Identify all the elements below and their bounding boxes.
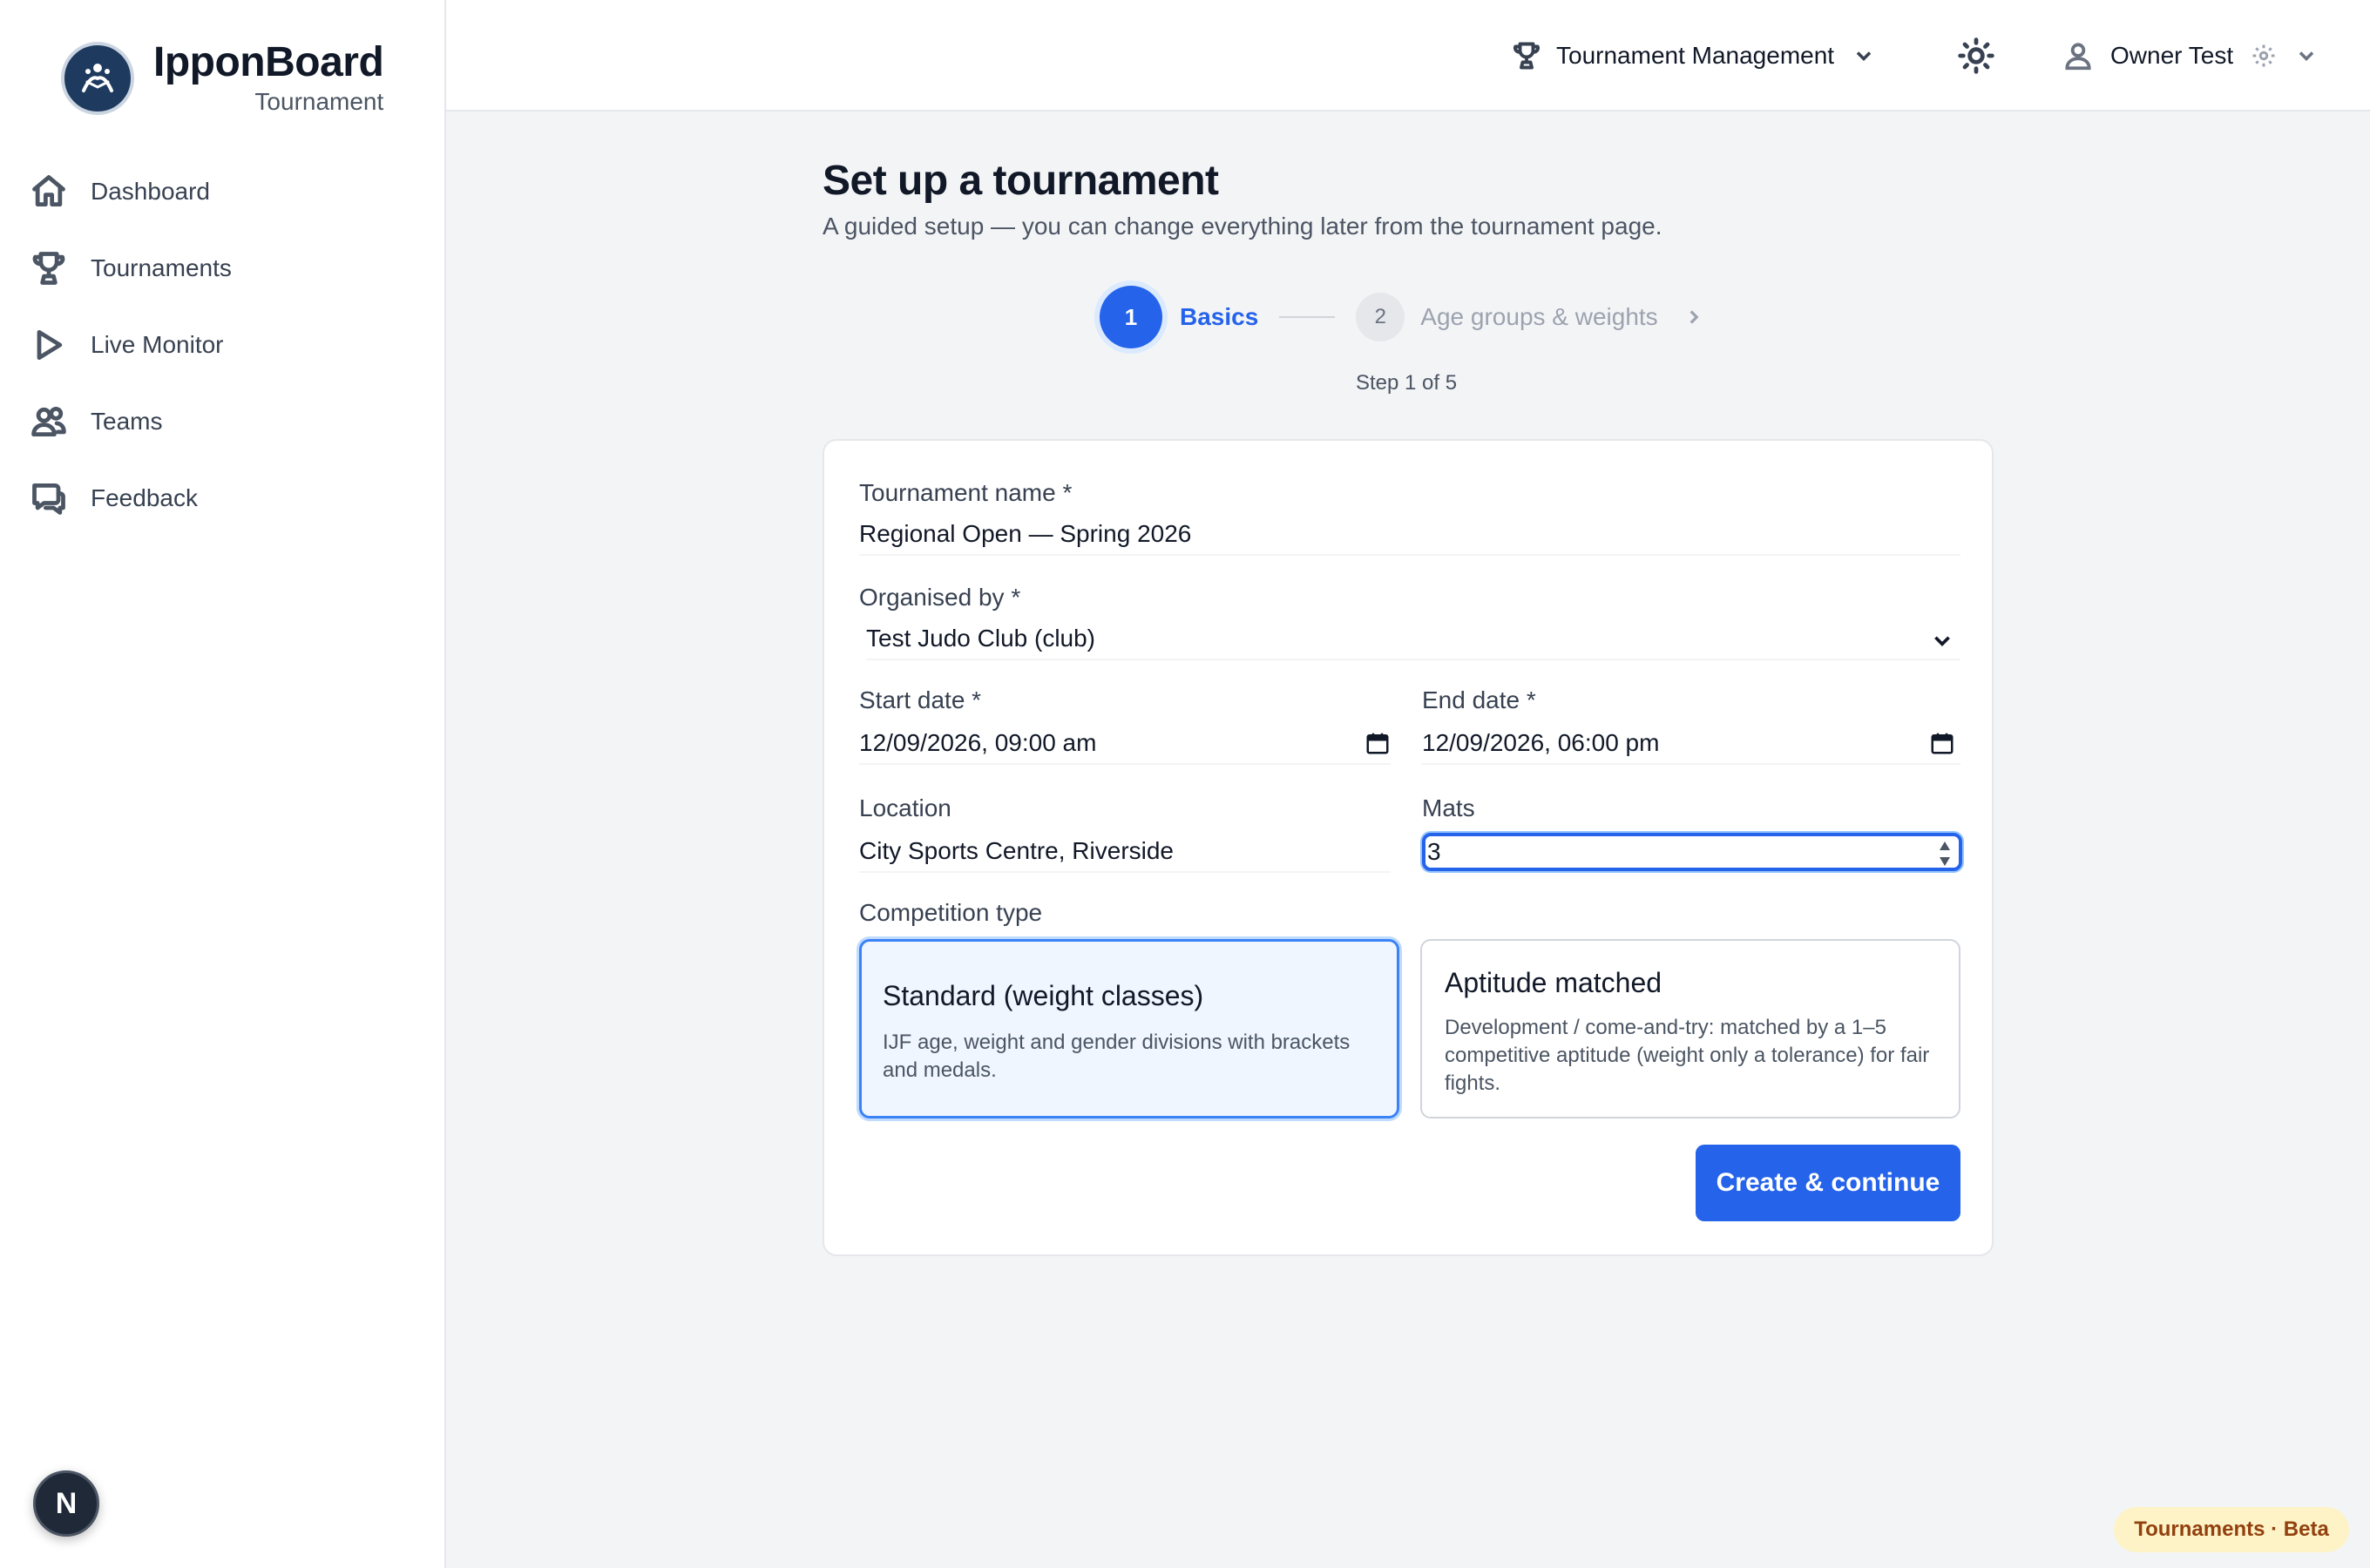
step-1-label[interactable]: Basics bbox=[1180, 303, 1258, 331]
step-2-indicator[interactable]: 2 bbox=[1356, 293, 1405, 341]
stepper-up-icon[interactable] bbox=[1938, 840, 1952, 852]
page-subtitle: A guided setup — you can change everythi… bbox=[823, 213, 1662, 240]
sidebar-item-feedback[interactable]: Feedback bbox=[30, 472, 413, 524]
dev-tools-badge[interactable]: N bbox=[33, 1470, 99, 1537]
calendar-icon[interactable] bbox=[1929, 730, 1955, 756]
tournament-name-label: Tournament name * bbox=[859, 479, 1073, 506]
location-input[interactable]: City Sports Centre, Riverside bbox=[859, 831, 1391, 873]
sidebar-item-label: Teams bbox=[91, 408, 163, 435]
sun-icon bbox=[1958, 37, 1994, 74]
stepper-down-icon[interactable] bbox=[1938, 855, 1952, 868]
competition-type-label: Competition type bbox=[859, 899, 1043, 926]
trophy-icon bbox=[1513, 42, 1540, 70]
start-date-label: Start date * bbox=[859, 686, 982, 713]
sidebar-item-label: Dashboard bbox=[91, 178, 210, 205]
sidebar-nav: Dashboard Tournaments Live Monitor Teams… bbox=[30, 166, 413, 549]
end-date-input[interactable]: 12/09/2026, 06:00 pm bbox=[1422, 723, 1960, 765]
chevron-down-icon bbox=[1856, 51, 1872, 61]
setup-stepper: 1 Basics 2 Age groups & weights bbox=[1100, 284, 1705, 350]
mats-stepper[interactable] bbox=[1938, 840, 1952, 868]
users-icon bbox=[30, 402, 68, 441]
tournament-name-input[interactable]: Regional Open — Spring 2026 bbox=[859, 514, 1960, 556]
option-description: Development / come-and-try: matched by a… bbox=[1445, 1016, 1930, 1095]
end-date-label: End date * bbox=[1422, 686, 1536, 713]
organiser-label: Organised by * bbox=[859, 584, 1021, 611]
step-connector bbox=[1279, 316, 1336, 318]
logo-icon bbox=[61, 42, 134, 115]
user-icon bbox=[2065, 43, 2091, 71]
home-icon bbox=[30, 172, 68, 211]
brand-subtitle: Tournament bbox=[254, 88, 384, 115]
calendar-icon[interactable] bbox=[1364, 730, 1391, 756]
create-continue-button[interactable]: Create & continue bbox=[1696, 1145, 1960, 1221]
brand-name: IpponBoard bbox=[153, 39, 384, 85]
sidebar: IpponBoard Tournament Dashboard Tourname… bbox=[0, 0, 446, 1568]
gear-icon bbox=[2252, 44, 2275, 67]
user-menu[interactable]: Owner Test bbox=[2062, 35, 2319, 77]
tournament-form-card: Tournament name * Regional Open — Spring… bbox=[823, 439, 1994, 1256]
play-icon bbox=[30, 326, 68, 364]
step-1-indicator[interactable]: 1 bbox=[1100, 286, 1162, 348]
user-name: Owner Test bbox=[2110, 42, 2234, 69]
brand[interactable]: IpponBoard Tournament bbox=[61, 39, 384, 117]
sidebar-item-live-monitor[interactable]: Live Monitor bbox=[30, 319, 413, 371]
organiser-select[interactable]: Test Judo Club (club) bbox=[866, 618, 1960, 660]
mats-input[interactable]: 3 bbox=[1422, 833, 1962, 871]
sidebar-item-label: Tournaments bbox=[91, 254, 232, 281]
sidebar-item-label: Feedback bbox=[91, 484, 198, 511]
top-header: Tournament Management Owner Test bbox=[446, 0, 2370, 112]
sidebar-item-label: Live Monitor bbox=[91, 331, 224, 358]
start-date-input[interactable]: 12/09/2026, 09:00 am bbox=[859, 723, 1391, 765]
chevron-down-icon bbox=[1934, 636, 1950, 646]
chat-icon bbox=[30, 479, 68, 517]
organiser-selected-value: Test Judo Club (club) bbox=[866, 625, 1096, 652]
tournament-management-menu[interactable]: Tournament Management bbox=[1511, 35, 1876, 77]
theme-toggle-button[interactable] bbox=[1957, 37, 1995, 75]
location-label: Location bbox=[859, 794, 951, 821]
option-title: Standard (weight classes) bbox=[883, 980, 1204, 1011]
chevron-down-icon bbox=[2299, 51, 2314, 61]
step-2-label[interactable]: Age groups & weights bbox=[1420, 303, 1657, 331]
page-title: Set up a tournament bbox=[823, 158, 1219, 204]
sidebar-item-tournaments[interactable]: Tournaments bbox=[30, 242, 413, 294]
option-title: Aptitude matched bbox=[1445, 967, 1662, 998]
beta-badge: Tournaments · Beta bbox=[2114, 1507, 2349, 1552]
menu-label: Tournament Management bbox=[1556, 42, 1835, 69]
trophy-icon bbox=[30, 249, 68, 287]
sidebar-item-teams[interactable]: Teams bbox=[30, 395, 413, 448]
competition-option-aptitude[interactable]: Aptitude matched Development / come-and-… bbox=[1420, 939, 1960, 1119]
chevron-right-icon[interactable] bbox=[1683, 306, 1705, 328]
option-description: IJF age, weight and gender divisions wit… bbox=[883, 1031, 1351, 1082]
competition-option-standard[interactable]: Standard (weight classes) IJF age, weigh… bbox=[859, 939, 1399, 1119]
mats-value: 3 bbox=[1427, 838, 1441, 865]
sidebar-item-dashboard[interactable]: Dashboard bbox=[30, 166, 413, 218]
step-progress: Step 1 of 5 bbox=[1356, 371, 1458, 395]
mats-label: Mats bbox=[1422, 794, 1475, 821]
